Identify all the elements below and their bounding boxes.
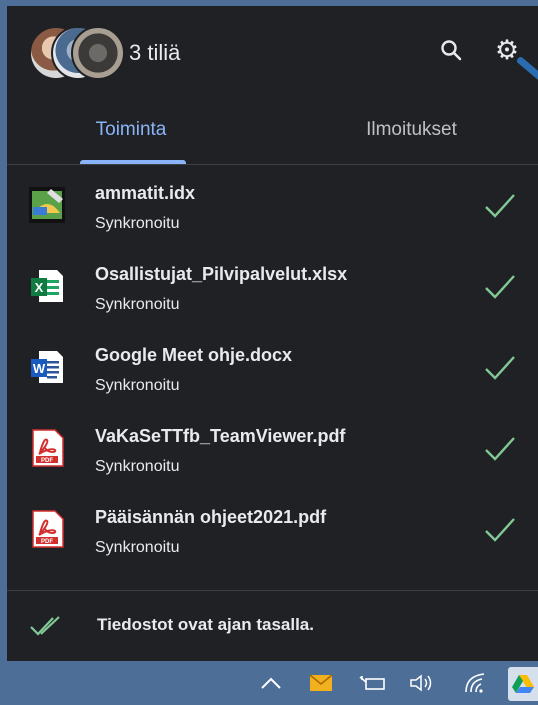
svg-text:PDF: PDF <box>41 539 53 545</box>
idx-file-icon <box>27 185 67 225</box>
file-name: VaKaSeTTfb_TeamViewer.pdf <box>95 426 346 446</box>
tab-notifications[interactable]: Ilmoitukset <box>285 96 538 164</box>
file-status: Synkronoitu <box>95 215 180 232</box>
taskbar <box>0 661 538 705</box>
sync-status-footer: Tiedostot ovat ajan tasalla. <box>7 591 538 661</box>
file-name: Google Meet ohje.docx <box>95 345 293 365</box>
check-icon <box>485 356 515 380</box>
check-icon <box>485 194 515 218</box>
list-item[interactable]: X Osallistujat_Pilvipalvelut.xlsx Synkro… <box>7 246 538 327</box>
svg-text:PDF: PDF <box>41 458 53 464</box>
chevron-up-icon[interactable] <box>256 669 286 697</box>
pdf-file-icon: PDF <box>27 428 67 468</box>
mouse-pointer <box>515 55 538 89</box>
file-status: Synkronoitu <box>95 458 180 475</box>
pdf-file-icon: PDF <box>27 509 67 549</box>
check-icon <box>485 518 515 542</box>
tab-activity[interactable]: Toiminta <box>7 96 255 164</box>
drive-sync-panel: 3 tiliä ⚙ Toiminta Ilmoitukset ammatit.i… <box>7 6 538 661</box>
active-tab-indicator <box>80 160 186 164</box>
network-icon[interactable] <box>460 669 492 697</box>
double-check-icon <box>30 616 60 636</box>
account-count-label[interactable]: 3 tiliä <box>129 40 180 66</box>
svg-text:X: X <box>35 280 44 295</box>
volume-icon[interactable] <box>406 669 438 697</box>
file-status: Synkronoitu <box>95 377 180 394</box>
file-status: Synkronoitu <box>95 539 180 556</box>
list-item[interactable]: PDF Pääisännän ohjeet2021.pdf Synkronoit… <box>7 489 538 570</box>
file-name: Pääisännän ohjeet2021.pdf <box>95 507 327 527</box>
file-name: Osallistujat_Pilvipalvelut.xlsx <box>95 264 348 284</box>
google-drive-icon[interactable] <box>508 667 538 701</box>
list-item[interactable]: ammatit.idx Synkronoitu <box>7 165 538 246</box>
search-icon[interactable] <box>431 30 471 70</box>
check-icon <box>485 275 515 299</box>
sync-status-text: Tiedostot ovat ajan tasalla. <box>97 615 314 634</box>
list-item[interactable]: W Google Meet ohje.docx Synkronoitu <box>7 327 538 408</box>
file-status: Synkronoitu <box>95 296 180 313</box>
file-list: ammatit.idx Synkronoitu X Osallistujat_P… <box>7 165 538 570</box>
check-icon <box>485 437 515 461</box>
account-avatars[interactable] <box>29 26 129 80</box>
file-name: ammatit.idx <box>95 183 196 203</box>
power-plug-icon[interactable] <box>356 669 388 697</box>
tab-bar: Toiminta Ilmoitukset <box>7 96 538 165</box>
avatar <box>71 26 125 80</box>
mail-icon[interactable] <box>306 669 336 697</box>
excel-file-icon: X <box>27 266 67 306</box>
svg-text:W: W <box>33 361 46 376</box>
word-file-icon: W <box>27 347 67 387</box>
panel-header: 3 tiliä ⚙ <box>7 6 538 96</box>
list-item[interactable]: PDF VaKaSeTTfb_TeamViewer.pdf Synkronoit… <box>7 408 538 489</box>
